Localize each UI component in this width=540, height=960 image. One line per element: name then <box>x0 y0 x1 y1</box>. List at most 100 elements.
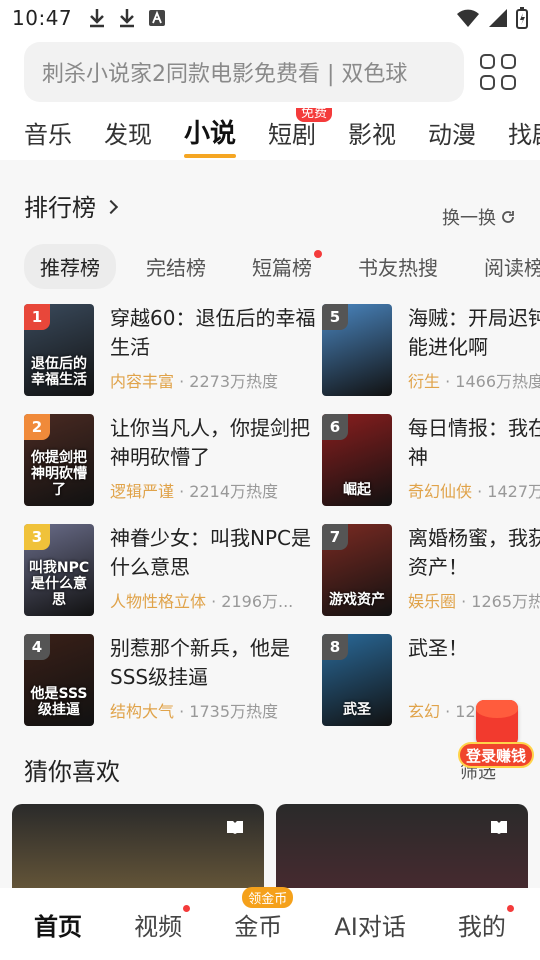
category-short[interactable]: 短篇榜 <box>236 244 328 289</box>
tab-discover[interactable]: 发现 <box>104 115 152 160</box>
book-tag: 衍生 <box>408 372 441 391</box>
download-icon <box>120 9 135 28</box>
guess-card[interactable] <box>276 804 528 888</box>
separator: · <box>174 482 190 501</box>
nav-mine[interactable]: 我的 <box>452 897 514 952</box>
separator: · <box>440 702 456 721</box>
separator: · <box>440 372 456 391</box>
category-completed[interactable]: 完结榜 <box>130 244 222 289</box>
book-title: 别惹那个新兵，他是SSS级挂逼 <box>110 636 290 689</box>
book-tag: 娱乐圈 <box>408 592 457 611</box>
ranking-item[interactable]: 5 海贼：开局迟钝，可我能进化啊衍生 · 1466万热度 <box>322 304 540 400</box>
book-cover[interactable]: 4 他是SSS级挂逼 <box>24 634 94 726</box>
ranking-item[interactable]: 2 你提剑把神明砍懵了 让你当凡人，你提剑把神明砍懵了 逻辑严谨 · 2214万热度 <box>24 414 324 510</box>
red-envelope-icon <box>476 700 518 746</box>
cover-title: 游戏资产 <box>329 591 385 608</box>
book-heat: 1735万热度 <box>189 702 279 721</box>
cover-title: 退伍后的幸福生活 <box>31 355 87 388</box>
separator: · <box>472 482 488 501</box>
bottom-nav: 首页 视频 金币 领金币 AI对话 我的 <box>0 886 540 960</box>
book-meta: 逻辑严谨 · 2214万热度 <box>110 478 320 502</box>
tab-short-drama[interactable]: 短剧 免费 <box>268 108 333 160</box>
guess-cards <box>12 804 540 888</box>
book-cover[interactable]: 6 崛起 <box>322 414 392 506</box>
ranking-categories: 推荐榜 完结榜 短篇榜 书友热搜 阅读榜 <box>24 243 540 289</box>
download-icon <box>90 9 105 28</box>
tab-anime[interactable]: 动漫 <box>428 115 476 160</box>
separator: · <box>456 592 472 611</box>
nav-ai-chat[interactable]: AI对话 <box>328 897 412 952</box>
signal-icon <box>489 9 507 27</box>
ranking-item[interactable]: 6 崛起 每日情报：我在捡漏成神奇幻仙侠 · 1427万 <box>322 414 540 510</box>
book-tag: 奇幻仙侠 <box>408 482 473 501</box>
item-info: 穿越60：退伍后的幸福生活内容丰富 · 2273万热度 <box>110 304 320 400</box>
book-tag: 结构大气 <box>110 702 175 721</box>
book-tag: 人物性格立体 <box>110 592 207 611</box>
book-heat: 2273万热度 <box>189 372 279 391</box>
book-cover[interactable]: 8 武圣 <box>322 634 392 726</box>
wifi-icon <box>457 9 479 27</box>
notification-a-icon <box>149 10 166 26</box>
separator: · <box>206 592 222 611</box>
ranking-header[interactable]: 排行榜 <box>24 188 119 223</box>
book-cover[interactable]: 3 叫我NPC是什么意思 <box>24 524 94 616</box>
book-heat: 1265万热度 <box>471 592 540 611</box>
red-dot <box>506 904 514 912</box>
category-recommend[interactable]: 推荐榜 <box>24 243 116 289</box>
separator: · <box>174 372 190 391</box>
apps-grid-icon[interactable] <box>480 54 516 90</box>
book-cover[interactable]: 7 游戏资产 <box>322 524 392 616</box>
search-input[interactable]: 刺杀小说家2同款电影免费看 | 双色球 <box>24 42 464 102</box>
book-icon <box>491 821 507 834</box>
login-earn-promo[interactable]: 登录赚钱 <box>458 700 536 770</box>
tab-video[interactable]: 影视 <box>348 115 396 160</box>
red-dot <box>314 249 322 258</box>
item-info: 让你当凡人，你提剑把神明砍懵了 逻辑严谨 · 2214万热度 <box>110 414 320 510</box>
book-title: 神眷少女：叫我NPC是什么意思 <box>110 526 311 579</box>
refresh-button[interactable]: 换一换 <box>442 204 516 230</box>
promo-label: 登录赚钱 <box>458 742 534 768</box>
rank-number: 7 <box>322 524 348 550</box>
book-icon <box>227 821 243 834</box>
book-title: 海贼：开局迟钝，可我能进化啊 <box>408 306 540 359</box>
rank-number: 2 <box>24 414 50 440</box>
book-meta: 结构大气 · 1735万热度 <box>110 698 320 722</box>
ranking-item[interactable]: 7 游戏资产 离婚杨蜜，我获亿游戏资产！ 娱乐圈 · 1265万热度 <box>322 524 540 620</box>
main-content: 排行榜 换一换 推荐榜 完结榜 短篇榜 书友热搜 阅读榜 1 退伍后的幸福生活 穿越… <box>0 160 540 888</box>
guess-title: 猜你喜欢 <box>24 758 120 786</box>
ranking-item[interactable]: 3 叫我NPC是什么意思 神眷少女：叫我NPC是什么意思人物性格立体 · 2196万… <box>24 524 324 620</box>
category-reading[interactable]: 阅读榜 <box>468 244 540 289</box>
tab-find-drama[interactable]: 找剧 <box>508 115 540 160</box>
book-cover[interactable]: 1 退伍后的幸福生活 <box>24 304 94 396</box>
book-heat: 2196万... <box>221 592 294 611</box>
ranking-item[interactable]: 4 他是SSS级挂逼 别惹那个新兵，他是SSS级挂逼结构大气 · 1735万热度 <box>24 634 324 730</box>
book-title: 穿越60：退伍后的幸福生活 <box>110 306 316 359</box>
search-row: 刺杀小说家2同款电影免费看 | 双色球 <box>24 42 524 102</box>
book-meta: 奇幻仙侠 · 1427万 <box>408 478 540 502</box>
nav-coins[interactable]: 金币 领金币 <box>228 886 294 952</box>
category-hot-search[interactable]: 书友热搜 <box>342 244 454 289</box>
book-tag: 内容丰富 <box>110 372 175 391</box>
guess-card[interactable] <box>12 804 264 888</box>
cover-title: 武圣 <box>343 701 371 718</box>
nav-video[interactable]: 视频 <box>128 897 191 952</box>
chevron-right-icon <box>103 199 119 214</box>
book-tag: 玄幻 <box>408 702 441 721</box>
rank-number: 1 <box>24 304 50 330</box>
nav-home[interactable]: 首页 <box>28 897 88 952</box>
ranking-item[interactable]: 1 退伍后的幸福生活 穿越60：退伍后的幸福生活内容丰富 · 2273万热度 <box>24 304 324 400</box>
item-info: 每日情报：我在捡漏成神奇幻仙侠 · 1427万 <box>408 414 540 510</box>
book-cover[interactable]: 2 你提剑把神明砍懵了 <box>24 414 94 506</box>
free-badge: 免费 <box>296 108 333 122</box>
book-heat: 1466万热度 <box>455 372 540 391</box>
tab-music[interactable]: 音乐 <box>24 115 72 160</box>
rank-number: 5 <box>322 304 348 330</box>
search-placeholder: 刺杀小说家2同款电影免费看 | 双色球 <box>42 62 408 87</box>
tab-novel[interactable]: 小说 <box>184 113 237 160</box>
book-meta: 内容丰富 · 2273万热度 <box>110 368 320 392</box>
book-cover[interactable]: 5 <box>322 304 392 396</box>
refresh-label: 换一换 <box>442 208 496 229</box>
cover-title: 他是SSS级挂逼 <box>30 685 88 718</box>
book-title: 离婚杨蜜，我获亿游戏资产！ <box>408 526 540 579</box>
status-icons-left <box>88 8 166 28</box>
